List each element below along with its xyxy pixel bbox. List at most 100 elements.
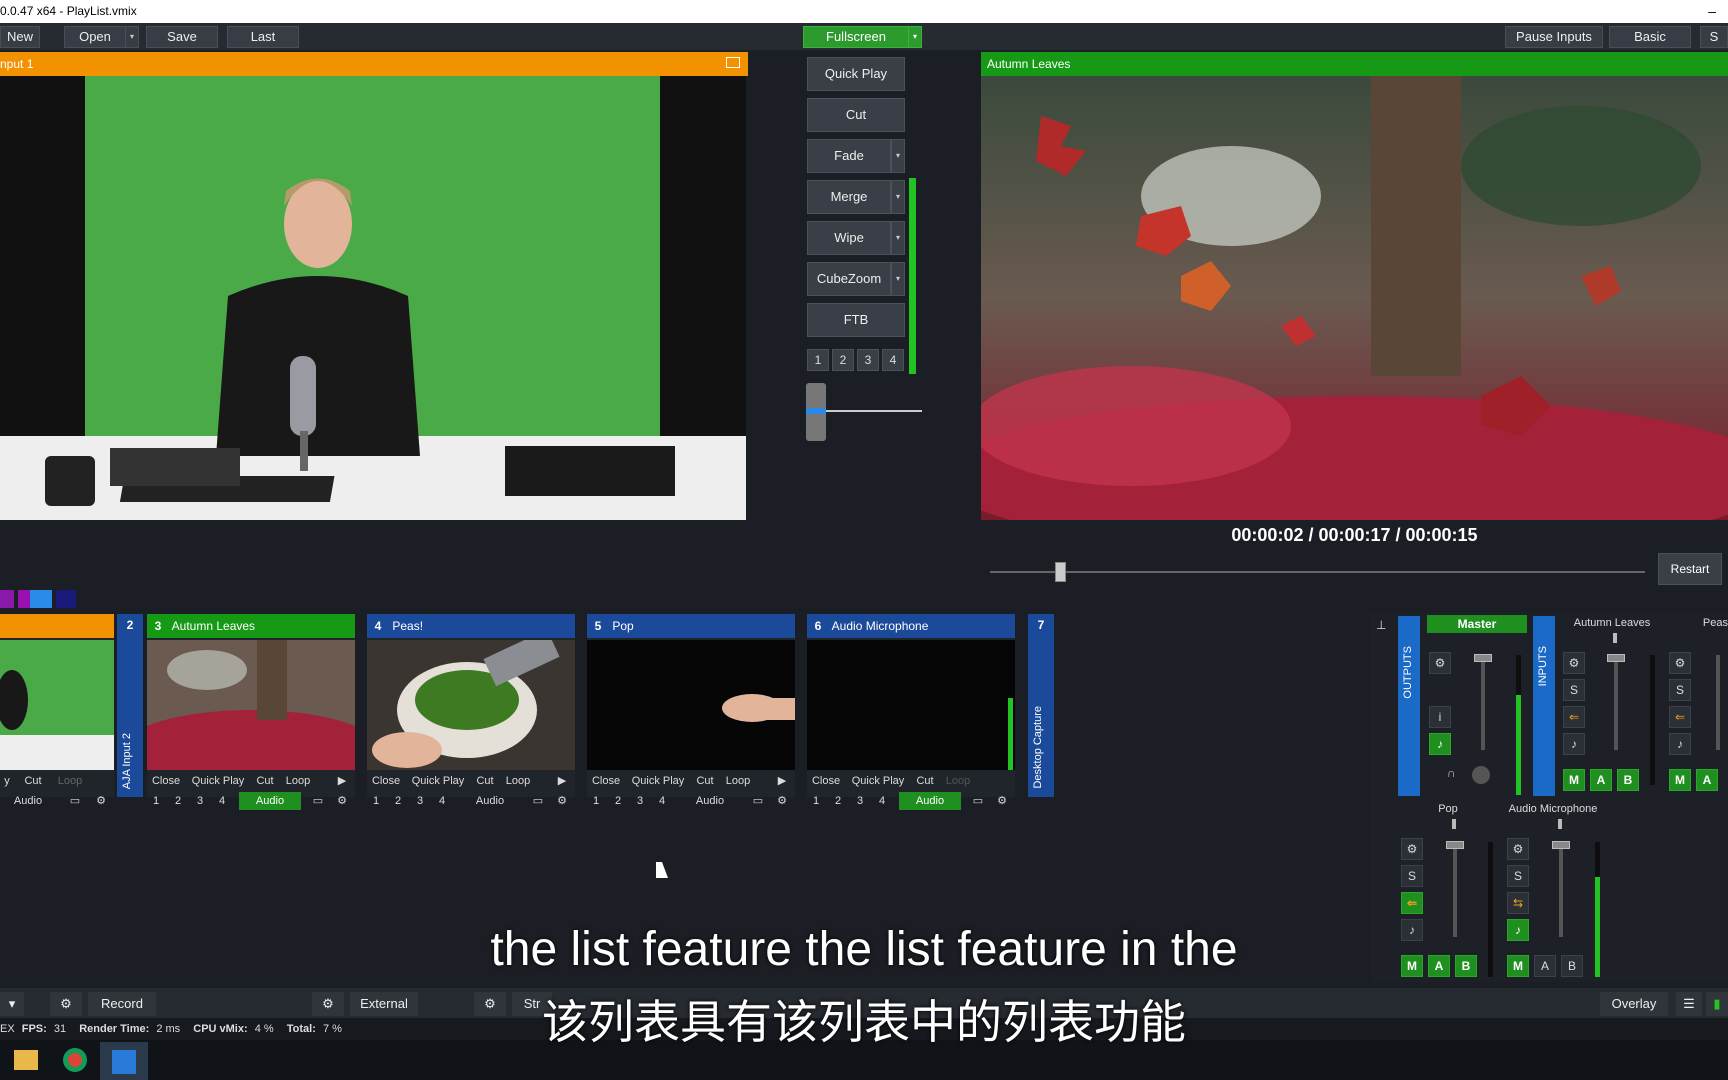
folder-icon[interactable] — [14, 1050, 38, 1070]
input-4-cut[interactable]: Cut — [473, 772, 497, 790]
gear-icon[interactable]: ⚙ — [1401, 838, 1423, 860]
preview-video[interactable] — [0, 76, 746, 520]
input-1-audio[interactable]: Audio — [8, 792, 48, 810]
merge-dropdown-icon[interactable]: ▾ — [891, 180, 905, 214]
input-2-card[interactable]: 2 AJA Input 2 — [117, 614, 143, 797]
input-5-audio[interactable]: Audio — [679, 792, 741, 810]
arrow-left-icon[interactable]: ⇐ — [1401, 892, 1423, 914]
color-tag-blue[interactable] — [30, 590, 52, 608]
input-4-close[interactable]: Close — [369, 772, 403, 790]
input-3-audio[interactable]: Audio — [239, 792, 301, 810]
input-1-cut[interactable]: Cut — [20, 772, 46, 790]
gear-icon[interactable]: ⚙ — [555, 792, 569, 810]
seek-bar[interactable] — [990, 562, 1645, 582]
inputs-tab[interactable]: INPUTS — [1533, 616, 1555, 796]
input-5-cut[interactable]: Cut — [693, 772, 717, 790]
input-6-audio[interactable]: Audio — [899, 792, 961, 810]
ftb-button[interactable]: FTB — [807, 303, 905, 337]
color-tag-purple[interactable] — [0, 590, 14, 608]
input-3-overlay-2[interactable]: 2 — [171, 792, 185, 810]
input-6-close[interactable]: Close — [809, 772, 843, 790]
cubezoom-button[interactable]: CubeZoom — [807, 262, 891, 296]
cut-button[interactable]: Cut — [807, 98, 905, 132]
fade-button[interactable]: Fade — [807, 139, 891, 173]
input-6-loop[interactable]: Loop — [941, 772, 975, 790]
autumn-solo-button[interactable]: S — [1563, 679, 1585, 701]
last-button[interactable]: Last — [227, 26, 299, 48]
gear-icon[interactable]: ⚙ — [335, 792, 349, 810]
input-5-overlay-4[interactable]: 4 — [655, 792, 669, 810]
peas-mute-button[interactable]: M — [1669, 769, 1691, 791]
monitor-icon[interactable]: ▭ — [751, 792, 765, 810]
input-6-overlay-1[interactable]: 1 — [809, 792, 823, 810]
color-tag-navy[interactable] — [56, 590, 76, 608]
volume-knob[interactable] — [1472, 766, 1490, 784]
peas-solo-button[interactable]: S — [1669, 679, 1691, 701]
settings-button[interactable]: S — [1700, 26, 1728, 48]
headphones-icon[interactable]: ∩ — [1447, 766, 1463, 782]
autumn-fader-knob[interactable] — [1607, 654, 1625, 662]
input-5-loop[interactable]: Loop — [721, 772, 755, 790]
input-6-quick-play[interactable]: Quick Play — [849, 772, 907, 790]
gear-icon[interactable]: ⚙ — [1669, 652, 1691, 674]
transition-1-button[interactable]: 1 — [807, 349, 829, 371]
gear-icon[interactable]: ⚙ — [775, 792, 789, 810]
input-4-quick-play[interactable]: Quick Play — [409, 772, 467, 790]
input-6-overlay-3[interactable]: 3 — [853, 792, 867, 810]
fade-dropdown-icon[interactable]: ▾ — [891, 139, 905, 173]
input-4-overlay-2[interactable]: 2 — [391, 792, 405, 810]
input-5-overlay-1[interactable]: 1 — [589, 792, 603, 810]
restart-button[interactable]: Restart — [1658, 553, 1722, 585]
input-3-overlay-3[interactable]: 3 — [193, 792, 207, 810]
gear-icon[interactable]: ⚙ — [94, 792, 108, 810]
input-4-audio[interactable]: Audio — [459, 792, 521, 810]
open-button[interactable]: Open — [64, 26, 126, 48]
input-4-thumbnail[interactable] — [367, 640, 575, 770]
input-1-card[interactable]: y Cut Loop Audio ▭ ⚙ — [0, 614, 114, 807]
t-bar-handle[interactable] — [806, 383, 826, 441]
fullscreen-button[interactable]: Fullscreen — [803, 26, 909, 48]
arrow-swap-icon[interactable]: ⇆ — [1507, 892, 1529, 914]
input-5-thumbnail[interactable] — [587, 640, 795, 770]
gear-icon[interactable]: ⚙ — [1563, 652, 1585, 674]
gear-icon[interactable]: ⚙ — [1429, 652, 1451, 674]
pan-slider[interactable] — [1558, 819, 1562, 829]
input-7-card[interactable]: 7 Desktop Capture — [1028, 614, 1054, 797]
speaker-icon[interactable]: ♪ — [1429, 733, 1451, 755]
seek-handle[interactable] — [1055, 562, 1066, 582]
new-button[interactable]: New — [0, 26, 40, 48]
peas-fader-track[interactable] — [1716, 655, 1720, 750]
save-button[interactable]: Save — [146, 26, 218, 48]
play-icon[interactable]: ▶ — [775, 772, 789, 790]
cubezoom-dropdown-icon[interactable]: ▾ — [891, 262, 905, 296]
input-4-overlay-1[interactable]: 1 — [369, 792, 383, 810]
autumn-bus-b-button[interactable]: B — [1617, 769, 1639, 791]
pop-solo-button[interactable]: S — [1401, 865, 1423, 887]
input-6-thumbnail[interactable] — [807, 640, 1015, 770]
speaker-icon[interactable]: ♪ — [1563, 733, 1585, 755]
input-1-quick-play[interactable]: y — [0, 772, 14, 790]
input-3-overlay-4[interactable]: 4 — [215, 792, 229, 810]
pin-icon[interactable]: ⊥ — [1376, 618, 1390, 632]
monitor-icon[interactable]: ▭ — [311, 792, 325, 810]
transition-3-button[interactable]: 3 — [857, 349, 879, 371]
play-icon[interactable]: ▶ — [555, 772, 569, 790]
input-3-cut[interactable]: Cut — [253, 772, 277, 790]
mic-fader-knob[interactable] — [1552, 841, 1570, 849]
input-6-overlay-2[interactable]: 2 — [831, 792, 845, 810]
fullscreen-dropdown-icon[interactable]: ▾ — [908, 26, 922, 48]
pause-inputs-button[interactable]: Pause Inputs — [1505, 26, 1603, 48]
monitor-icon[interactable]: ▭ — [531, 792, 545, 810]
input-3-loop[interactable]: Loop — [281, 772, 315, 790]
input-6-overlay-4[interactable]: 4 — [875, 792, 889, 810]
minimize-button[interactable]: – — [1708, 0, 1716, 23]
input-6-cut[interactable]: Cut — [913, 772, 937, 790]
input-1-thumbnail[interactable] — [0, 640, 114, 770]
input-5-overlay-2[interactable]: 2 — [611, 792, 625, 810]
autumn-mute-button[interactable]: M — [1563, 769, 1585, 791]
input-3-card[interactable]: 3 Autumn Leaves Close Quick Play Cut Loo… — [147, 614, 355, 810]
input-5-quick-play[interactable]: Quick Play — [629, 772, 687, 790]
wipe-button[interactable]: Wipe — [807, 221, 891, 255]
master-fader-knob[interactable] — [1474, 654, 1492, 662]
pan-slider[interactable] — [1613, 633, 1617, 643]
